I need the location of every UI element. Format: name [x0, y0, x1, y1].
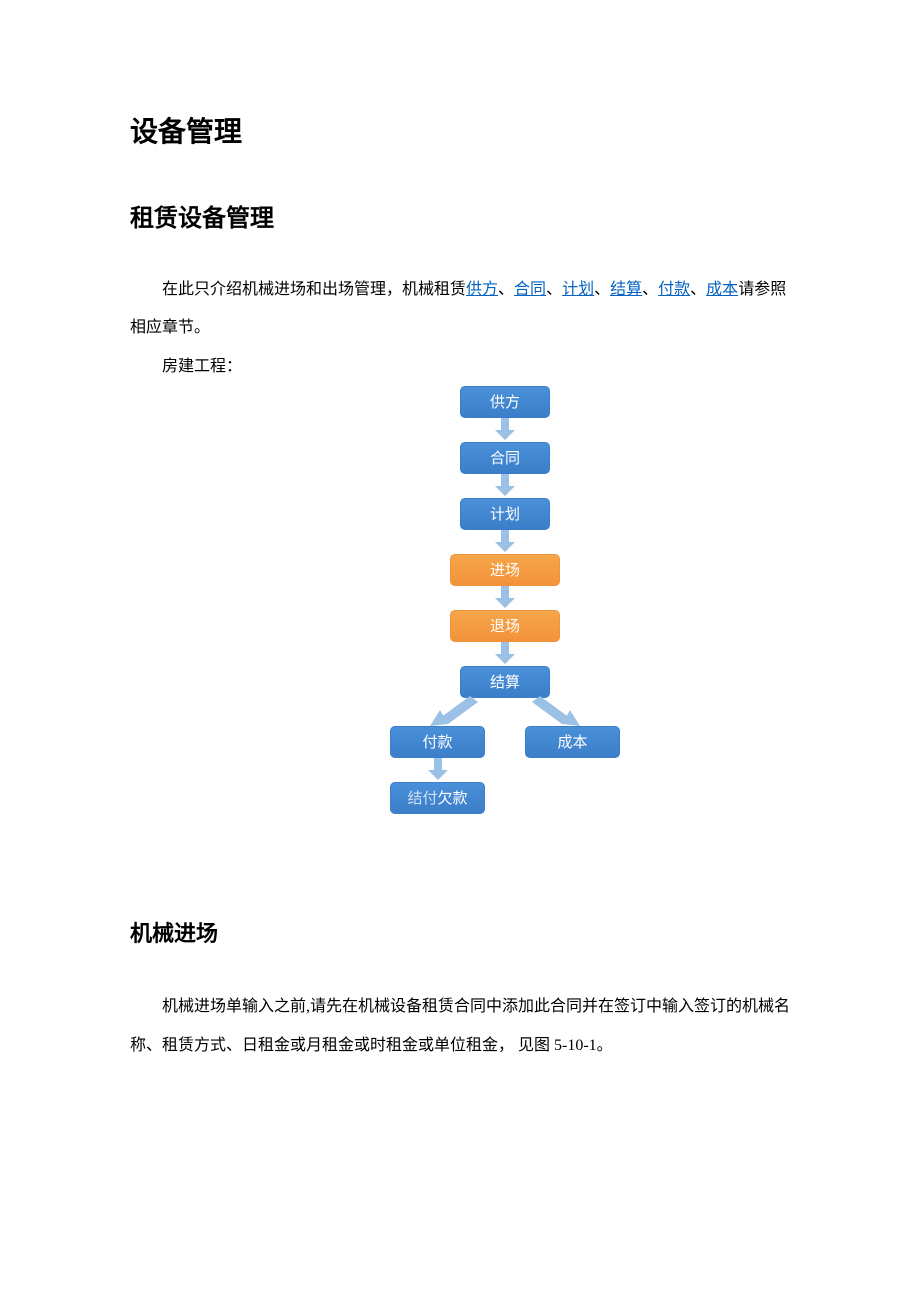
section-title-rental: 租赁设备管理: [130, 198, 790, 233]
flow-node-supplier: 供方: [460, 386, 550, 418]
sep: 、: [642, 281, 658, 298]
arrow-icon: [428, 758, 448, 782]
intro-paragraph: 在此只介绍机械进场和出场管理，机械租赁供方、合同、计划、结算、付款、成本请参照相…: [130, 271, 790, 348]
flow-node-arrears-part2: 欠款: [438, 790, 468, 807]
arrow-icon: [495, 474, 515, 498]
flow-node-exit: 退场: [450, 610, 560, 642]
sep: 、: [498, 281, 514, 298]
flow-node-settlement: 结算: [460, 666, 550, 698]
flow-node-enter: 进场: [450, 554, 560, 586]
flow-node-arrears: 结付欠款: [390, 782, 485, 814]
arrow-icon: [495, 586, 515, 610]
sep: 、: [594, 281, 610, 298]
sep: 、: [690, 281, 706, 298]
arrow-icon: [495, 530, 515, 554]
flow-node-payment: 付款: [390, 726, 485, 758]
link-cost[interactable]: 成本: [706, 281, 738, 298]
arrow-icon: [530, 696, 580, 726]
page-title: 设备管理: [130, 110, 790, 150]
section2-paragraph: 机械进场单输入之前,请先在机械设备租赁合同中添加此合同并在签订中输入签订的机械名…: [130, 988, 790, 1065]
flowchart: 供方 合同 计划 进场 退场 结算: [280, 386, 640, 836]
link-contract[interactable]: 合同: [514, 281, 546, 298]
flow-node-contract: 合同: [460, 442, 550, 474]
flow-node-plan: 计划: [460, 498, 550, 530]
arrow-icon: [495, 642, 515, 666]
arrow-icon: [495, 418, 515, 442]
project-label: 房建工程：: [130, 348, 790, 386]
link-settlement[interactable]: 结算: [610, 281, 642, 298]
sep: 、: [546, 281, 562, 298]
link-payment[interactable]: 付款: [658, 281, 690, 298]
arrow-icon: [430, 696, 480, 726]
link-plan[interactable]: 计划: [562, 281, 594, 298]
section-title-enter: 机械进场: [130, 916, 790, 948]
intro-text-prefix: 在此只介绍机械进场和出场管理，机械租赁: [162, 281, 466, 298]
flow-node-cost: 成本: [525, 726, 620, 758]
flow-node-arrears-part1: 结付: [407, 790, 437, 807]
link-supplier[interactable]: 供方: [466, 281, 498, 298]
